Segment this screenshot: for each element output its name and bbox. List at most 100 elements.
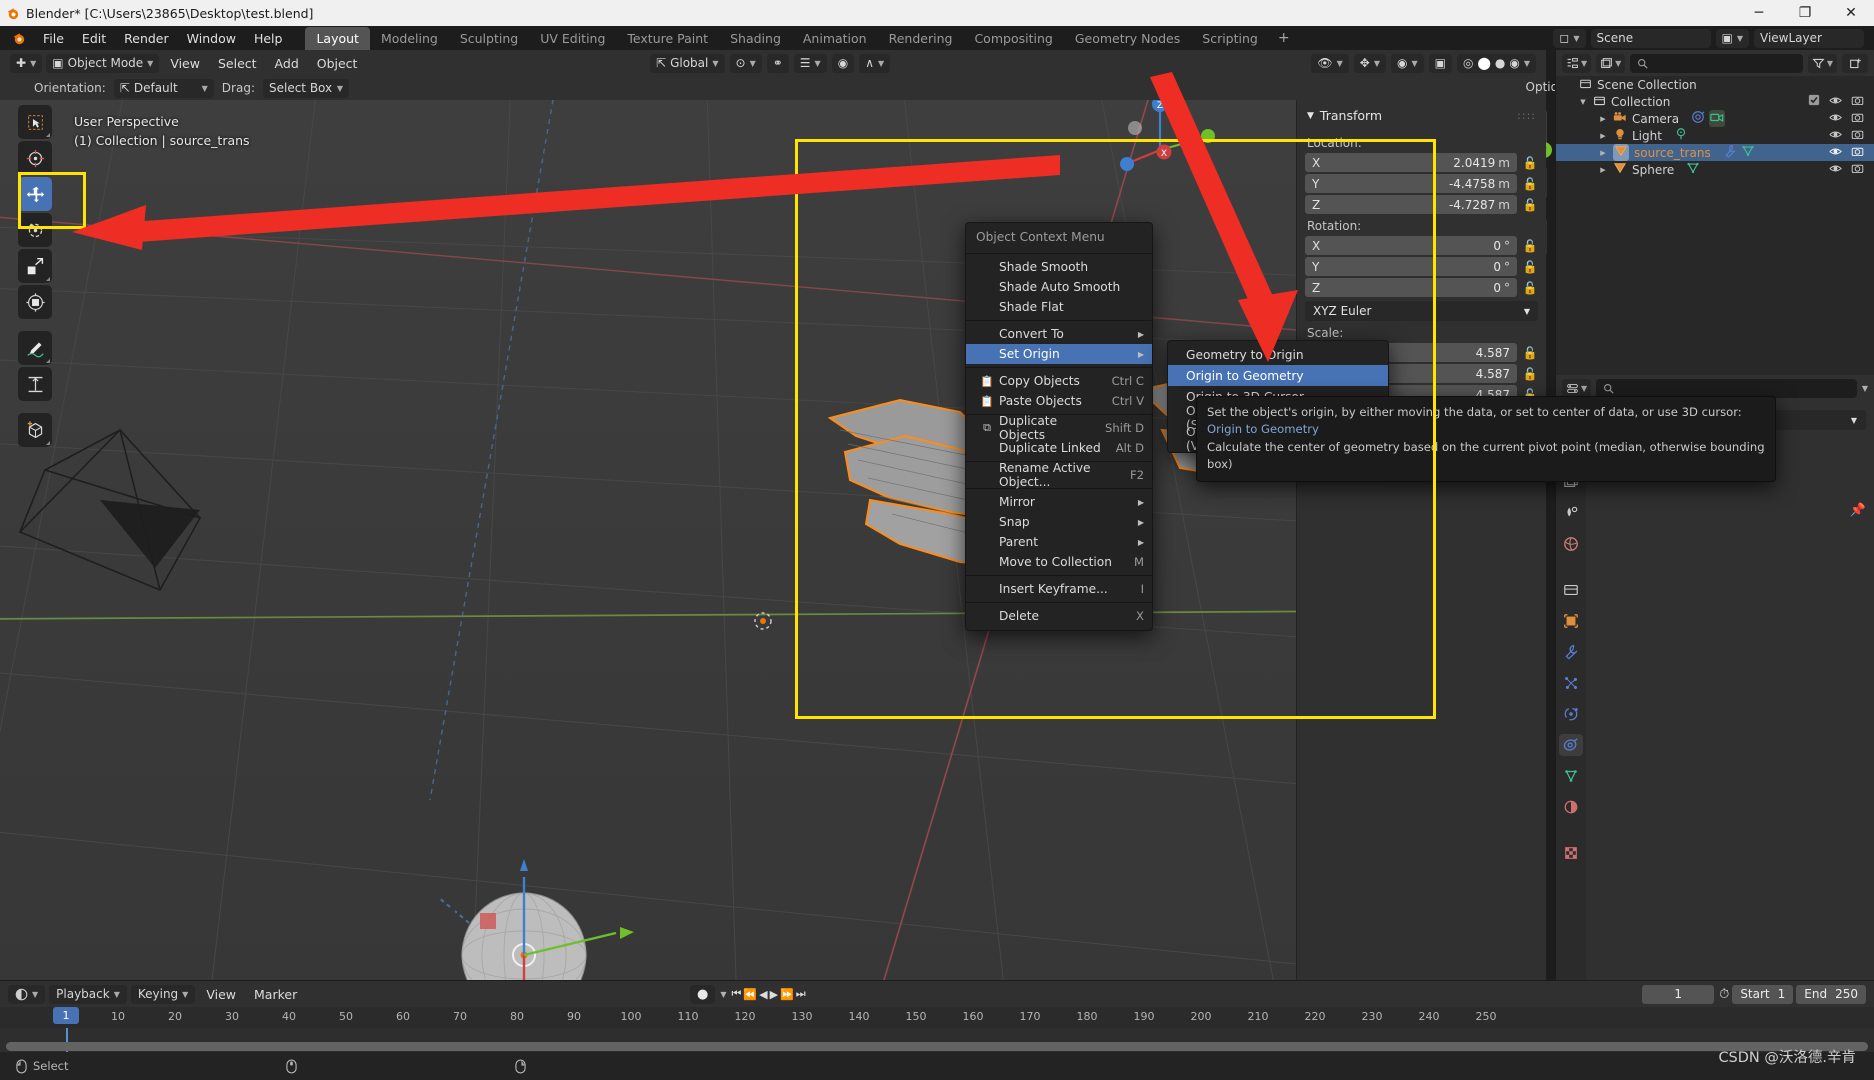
tab-scripting[interactable]: Scripting [1191,27,1269,50]
expand-triangle-icon[interactable]: ▶ [1598,132,1608,140]
outliner-filter-button[interactable]: ▼ [1807,53,1837,73]
close-button[interactable]: ✕ [1828,0,1874,26]
tool-add-cube[interactable] [18,413,52,447]
menu-item-duplicate-objects[interactable]: ⧉ Duplicate Objects Shift D [966,414,1152,442]
tool-move[interactable] [18,177,52,211]
properties-tab-physics[interactable] [1559,703,1583,725]
lock-icon[interactable]: 🔓 [1522,281,1538,295]
prev-keyframe-icon[interactable]: ⏪ [743,988,757,1001]
tab-shading[interactable]: Shading [719,27,792,50]
jump-start-icon[interactable]: ⏮ [732,987,742,1001]
tool-measure[interactable] [18,367,52,401]
tab-geometry-nodes[interactable]: Geometry Nodes [1064,27,1191,50]
submenu-item-geometry-to-origin[interactable]: Geometry to Origin [1168,344,1388,365]
tool-rotate[interactable] [18,213,52,247]
outliner-row-scene-collection[interactable]: Scene Collection [1556,76,1874,93]
eye-icon[interactable] [1829,145,1842,161]
tool-scale[interactable] [18,249,52,283]
menu-file[interactable]: File [34,28,73,49]
eye-icon[interactable] [1829,94,1842,110]
properties-tab-object[interactable] [1559,610,1583,632]
timeline-marker-menu[interactable]: Marker [247,987,304,1002]
properties-search-input[interactable] [1596,378,1857,398]
timeline-ruler[interactable]: 1 10 20 30 40 50 60 70 80 90 100 110 120… [0,1007,1874,1028]
menu-window[interactable]: Window [178,28,245,49]
expand-triangle-icon[interactable]: ▶ [1598,166,1608,174]
scene-selector[interactable]: ◻ ▼ [1553,28,1586,48]
timeline-keyframe-area[interactable] [0,1028,1874,1053]
editor-type-selector[interactable]: ✚ ▼ [10,53,43,73]
mesh-data-icon[interactable] [1741,144,1755,161]
properties-tab-data[interactable] [1559,765,1583,787]
chevron-down-icon[interactable]: ▼ [720,990,726,999]
current-frame-field[interactable]: 1 [1642,984,1715,1004]
menu-item-move-to-collection[interactable]: Move to Collection M [966,552,1152,572]
tool-annotate[interactable] [18,331,52,365]
menu-item-rename-active-object[interactable]: Rename Active Object... F2 [966,461,1152,489]
menu-item-mirror[interactable]: Mirror ▶ [966,492,1152,512]
tab-rendering[interactable]: Rendering [878,27,964,50]
tab-compositing[interactable]: Compositing [963,27,1063,50]
timeline-keying-menu[interactable]: Keying ▼ [130,984,196,1004]
tool-cursor[interactable] [18,141,52,175]
expand-triangle-icon[interactable]: ▼ [1578,98,1588,106]
viewlayer-selector[interactable]: ▣ ▼ [1715,28,1749,48]
modifier-icon[interactable] [1723,144,1737,161]
timeline-playhead[interactable]: 1 [53,1007,79,1024]
tab-modeling[interactable]: Modeling [370,27,449,50]
lock-icon[interactable]: 🔓 [1522,260,1538,274]
camera-render-icon[interactable] [1851,94,1864,110]
viewport-menu-view[interactable]: View [163,56,207,71]
minimize-button[interactable]: ─ [1736,0,1782,26]
menu-render[interactable]: Render [115,28,178,49]
tab-layout[interactable]: Layout [305,26,370,50]
pin-icon[interactable]: 📌 [1850,503,1866,518]
drag-dropdown[interactable]: Select Box ▼ [262,78,349,98]
properties-tab-material[interactable] [1559,796,1583,818]
menu-item-copy-objects[interactable]: 📋 Copy Objects Ctrl C [966,371,1152,391]
outliner-editor-type-button[interactable]: ▼ [1562,53,1592,73]
xray-toggle[interactable]: ▣ [1428,53,1452,73]
shading-modes[interactable]: ◎ ⬤ ● ◉ ▼ [1456,53,1536,73]
overlays-selector[interactable]: ◉ ▼ [1390,53,1424,73]
lock-icon[interactable]: 🔓 [1522,198,1538,212]
move-gizmo[interactable]: Z X [1105,100,1245,210]
properties-tab-modifier[interactable] [1559,641,1583,663]
outliner-row-source-trans[interactable]: ▶ source_trans [1556,144,1874,161]
gizmo-selector[interactable]: ✥ ▼ [1353,53,1386,73]
camera-green-icon[interactable] [1709,110,1726,127]
viewport-menu-select[interactable]: Select [211,56,264,71]
properties-tab-collection[interactable] [1559,579,1583,601]
falloff-selector[interactable]: ∧ ▼ [859,53,891,73]
menu-item-shade-smooth[interactable]: Shade Smooth [966,257,1152,277]
stopwatch-icon[interactable]: ⏱ [1719,987,1729,1002]
snap-toggle[interactable]: ⚭ [766,53,789,73]
timeline-horizontal-scrollbar[interactable] [6,1042,1868,1051]
lock-icon[interactable]: 🔓 [1522,156,1538,170]
timeline-playback-menu[interactable]: Playback ▼ [49,984,127,1004]
properties-tab-texture[interactable] [1559,842,1583,864]
menu-item-set-origin[interactable]: Set Origin ▶ [966,344,1152,364]
proportional-edit-toggle[interactable]: ◉ [831,53,855,73]
blender-app-icon[interactable] [8,27,30,49]
properties-tab-constraints[interactable] [1559,734,1583,756]
eye-icon[interactable] [1829,128,1842,144]
viewport-menu-add[interactable]: Add [268,56,306,71]
timeline-view-menu[interactable]: View [199,987,243,1002]
transform-panel-header[interactable]: ▼ Transform :::: [1305,106,1538,131]
camera-data-icon[interactable] [1691,110,1705,127]
lock-icon[interactable]: 🔓 [1522,367,1538,381]
lock-icon[interactable]: 🔓 [1522,346,1538,360]
tool-transform[interactable] [18,285,52,319]
camera-render-icon[interactable] [1851,128,1864,144]
location-x-field[interactable]: X 2.0419 m [1305,153,1517,172]
expand-triangle-icon[interactable]: ▶ [1598,149,1608,157]
pivot-point-selector[interactable]: ⊙ ▼ [729,53,762,73]
viewlayer-name-field[interactable]: ViewLayer [1754,28,1864,48]
maximize-button[interactable]: ❐ [1782,0,1828,26]
location-y-field[interactable]: Y -4.4758 m [1305,174,1517,193]
outliner-row-sphere[interactable]: ▶ Sphere [1556,161,1874,178]
rotation-x-field[interactable]: X 0 ° [1305,236,1517,255]
rotation-z-field[interactable]: Z 0 ° [1305,278,1517,297]
frame-range-fields[interactable]: Start 1 [1732,984,1794,1004]
